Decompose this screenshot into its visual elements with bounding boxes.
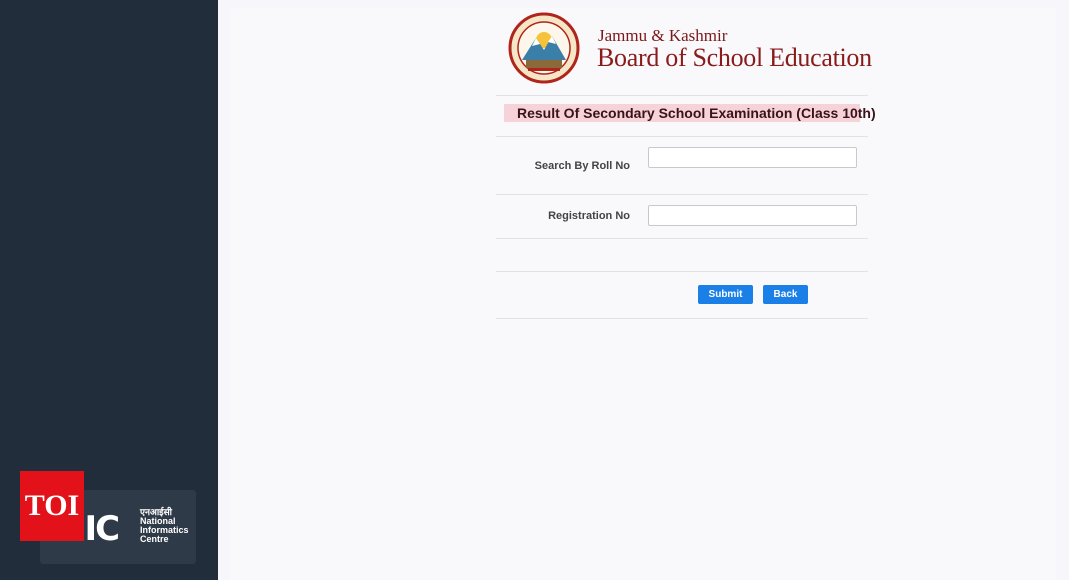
roll-number-label: Search By Roll No <box>534 160 630 172</box>
back-button[interactable]: Back <box>763 285 808 304</box>
nic-line3: Centre <box>140 534 169 544</box>
divider <box>496 238 868 239</box>
main-content <box>218 0 1069 580</box>
page-title: Result Of Secondary School Examination (… <box>517 105 876 121</box>
divider <box>496 194 868 195</box>
main-panel <box>230 8 1056 580</box>
divider <box>496 136 868 137</box>
registration-number-input[interactable] <box>648 205 857 226</box>
registration-number-label: Registration No <box>548 210 630 222</box>
board-logo-icon <box>508 12 580 84</box>
divider <box>496 318 868 319</box>
toi-watermark: TOI <box>20 471 84 541</box>
submit-button[interactable]: Submit <box>698 285 753 304</box>
sidebar: NIC एनआईसी National Informatics Centre T… <box>0 0 218 580</box>
roll-number-input[interactable] <box>648 147 857 168</box>
divider <box>496 271 868 272</box>
brand-title: Board of School Education <box>597 43 872 72</box>
nic-logo-text: एनआईसी National Informatics Centre <box>140 508 189 544</box>
divider <box>496 95 868 96</box>
